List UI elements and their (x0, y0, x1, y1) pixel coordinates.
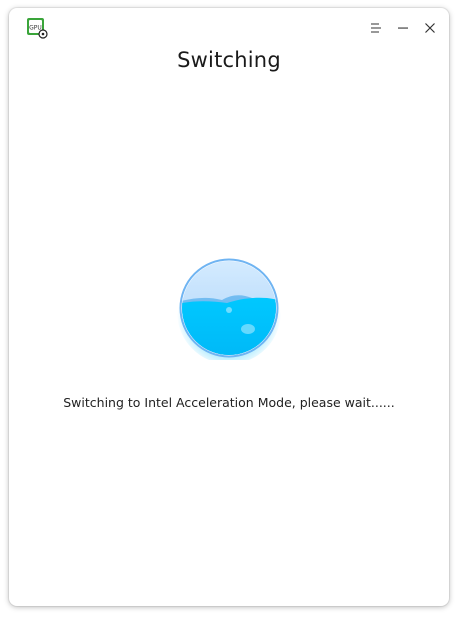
window-controls (362, 16, 443, 40)
app-window: GPU Switching Switching to Intel Acceler… (9, 8, 449, 606)
water-orb-icon (177, 256, 281, 364)
gpu-icon-label: GPU (29, 25, 42, 32)
menu-button[interactable] (362, 16, 389, 40)
minimize-icon (397, 27, 408, 29)
page-title: Switching (177, 48, 281, 72)
titlebar: GPU (9, 8, 449, 48)
close-icon (424, 23, 435, 33)
minimize-button[interactable] (389, 16, 416, 40)
menu-icon (370, 23, 381, 33)
status-message: Switching to Intel Acceleration Mode, pl… (63, 395, 395, 410)
close-button[interactable] (416, 16, 443, 40)
gpu-app-icon: GPU (26, 17, 48, 39)
